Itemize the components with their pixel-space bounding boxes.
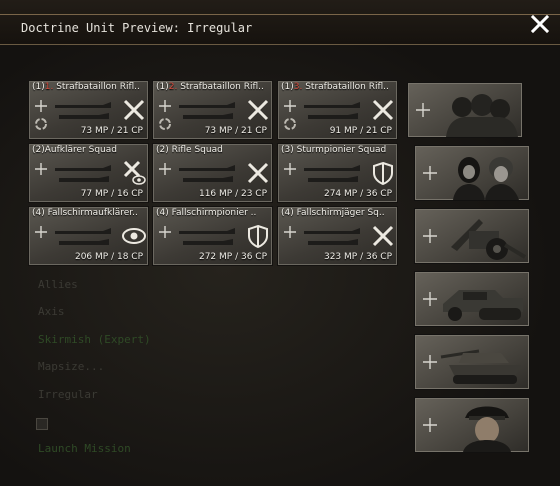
bg-checkbox [36, 418, 48, 430]
unit-cost: 323 MP / 36 CP [323, 252, 392, 262]
bg-text-allies: Allies [38, 278, 78, 291]
refresh-icon [35, 118, 47, 130]
iron-cross-icon [284, 163, 296, 175]
portrait-artillery-gun[interactable] [414, 208, 530, 264]
iron-cross-icon [423, 229, 437, 243]
iron-cross-icon [423, 166, 437, 180]
iron-cross-icon [35, 163, 47, 175]
unit-card[interactable]: (4) Fallschirmjäger Sq.. 323 MP / 36 CP [277, 206, 398, 266]
unit-label: (4) Fallschirmpionier .. [156, 208, 257, 218]
iron-cross-icon [423, 418, 437, 432]
header-divider [0, 14, 560, 15]
close-icon [530, 14, 550, 34]
unit-label: (2) Rifle Squad [156, 145, 223, 155]
rifle-icon [179, 228, 235, 245]
unit-cost: 77 MP / 16 CP [80, 189, 143, 199]
iron-cross-icon [159, 100, 171, 112]
unit-card[interactable]: (3) Sturmpionier Squad 274 MP / 36 CP [277, 143, 398, 203]
iron-cross-icon [423, 292, 437, 306]
unit-cost: 73 MP / 21 CP [204, 126, 267, 136]
halftrack-portrait [443, 290, 523, 321]
portrait-halftrack[interactable] [414, 271, 530, 327]
unit-label: (1)1. Strafbataillon Rifl.. [32, 82, 140, 92]
unit-label: (1)2. Strafbataillon Rifl.. [156, 82, 264, 92]
refresh-icon [159, 118, 171, 130]
iron-cross-icon [159, 163, 171, 175]
unit-card[interactable]: (4) Fallschirmaufklärer.. 206 MP / 18 CP [28, 206, 149, 266]
crossed-weapons-icon [247, 99, 269, 121]
artillery-gun-portrait [451, 219, 527, 260]
unit-label: (4) Fallschirmjäger Sq.. [281, 208, 385, 218]
unit-cost: 73 MP / 21 CP [80, 126, 143, 136]
unit-cost: 272 MP / 36 CP [198, 252, 267, 262]
bg-text-doctrine: Irregular [38, 388, 98, 401]
rifle-icon [55, 102, 111, 119]
window-header: Doctrine Unit Preview: Irregular [0, 0, 560, 45]
unit-cost: 116 MP / 23 CP [198, 189, 267, 199]
portrait-officer[interactable] [414, 397, 530, 453]
unit-card[interactable]: (1)1. Strafbataillon Rifl.. 73 MP / 21 C… [28, 80, 149, 140]
iron-cross-icon [35, 100, 47, 112]
rifle-icon [304, 165, 360, 182]
bg-text-axis: Axis [38, 305, 65, 318]
iron-cross-icon [35, 226, 47, 238]
crossed-weapons-icon [247, 162, 269, 184]
shield-icon [248, 224, 268, 249]
crossed-weapons-icon [372, 225, 394, 247]
unit-cost: 206 MP / 18 CP [74, 252, 143, 262]
iron-cross-icon [423, 355, 437, 369]
iron-cross-icon [159, 226, 171, 238]
close-button[interactable] [527, 11, 553, 37]
iron-cross-icon [416, 103, 430, 117]
refresh-icon [284, 118, 296, 130]
unit-card[interactable]: (4) Fallschirmpionier .. 272 MP / 36 CP [152, 206, 273, 266]
tank-destroyer-portrait [440, 349, 521, 384]
crossed-weapons-eye-icon [123, 160, 146, 185]
rifle-icon [304, 228, 360, 245]
portrait-infantry-group[interactable] [407, 82, 523, 138]
officer-portrait [463, 406, 511, 452]
bg-text-launch: Launch Mission [38, 442, 131, 455]
rifle-icon [55, 165, 111, 182]
unit-card[interactable]: (2) Rifle Squad 116 MP / 23 CP [152, 143, 273, 203]
crossed-weapons-icon [372, 99, 394, 121]
portrait-two-soldiers[interactable] [414, 145, 530, 201]
unit-cost: 274 MP / 36 CP [323, 189, 392, 199]
crossed-weapons-icon [123, 99, 145, 121]
unit-label: (4) Fallschirmaufklärer.. [32, 208, 138, 218]
bg-text-mapsize: Mapsize... [38, 360, 105, 373]
unit-card[interactable]: (2)Aufklärer Squad 77 MP / 16 CP [28, 143, 149, 203]
shield-icon [373, 161, 393, 186]
unit-card[interactable]: (1)3. Strafbataillon Rifl.. 91 MP / 21 C… [277, 80, 398, 140]
unit-label: (3) Sturmpionier Squad [281, 145, 387, 155]
rifle-icon [55, 228, 111, 245]
iron-cross-icon [284, 100, 296, 112]
unit-label: (2)Aufklärer Squad [32, 145, 117, 155]
two-soldiers-portrait [453, 157, 519, 200]
unit-cost: 91 MP / 21 CP [329, 126, 392, 136]
rifle-icon [179, 165, 235, 182]
iron-cross-icon [284, 226, 296, 238]
portrait-tank-destroyer[interactable] [414, 334, 530, 390]
unit-label: (1)3. Strafbataillon Rifl.. [281, 82, 389, 92]
infantry-group-portrait [446, 94, 518, 137]
window-title: Doctrine Unit Preview: Irregular [21, 21, 253, 35]
rifle-icon [304, 102, 360, 119]
eye-icon [122, 228, 146, 244]
bg-text-difficulty: Skirmish (Expert) [38, 333, 151, 346]
rifle-icon [179, 102, 235, 119]
unit-card[interactable]: (1)2. Strafbataillon Rifl.. 73 MP / 21 C… [152, 80, 273, 140]
